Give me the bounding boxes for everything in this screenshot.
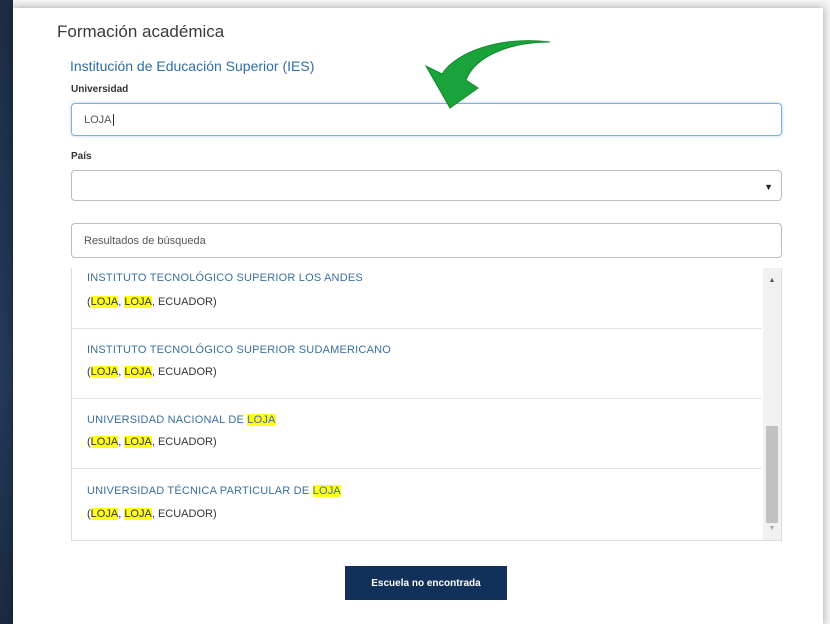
section-title: Formación académica [57,22,225,41]
search-results-title: Resultados de búsqueda [84,234,206,247]
results-list[interactable]: INSTITUTO TECNOLÓGICO SUPERIOR LOS ANDES… [71,268,782,541]
scrollbar-thumb[interactable] [766,426,778,523]
result-name: UNIVERSIDAD TÉCNICA PARTICULAR DE LOJA [87,485,341,497]
result-name: INSTITUTO TECNOLÓGICO SUPERIOR LOS ANDES [87,272,363,284]
result-location: (LOJA, LOJA, ECUADOR) [87,366,217,378]
result-name: UNIVERSIDAD NACIONAL DE LOJA [87,414,276,426]
university-label: Universidad [71,84,129,95]
result-location: (LOJA, LOJA, ECUADOR) [87,508,217,520]
result-item[interactable]: INSTITUTO TECNOLÓGICO SUPERIOR SUDAMERIC… [72,328,762,399]
result-item[interactable]: INSTITUTO TECNOLÓGICO SUPERIOR LOS ANDES… [72,268,762,329]
university-input-value: LOJA [84,113,112,126]
country-label: País [71,151,92,162]
result-item[interactable]: UNIVERSIDAD TÉCNICA PARTICULAR DE LOJA (… [72,468,762,538]
country-select[interactable]: ▼ [71,170,782,201]
green-curved-arrow-icon [424,40,551,109]
result-location: (LOJA, LOJA, ECUADOR) [87,436,217,448]
results-scrollbar[interactable]: ▲ ▼ [763,268,781,540]
background-strip [0,0,13,624]
result-item[interactable]: UNIVERSIDAD NACIONAL DE LOJA (LOJA, LOJA… [72,398,762,469]
subsection-title: Institución de Educación Superior (IES) [70,58,315,74]
scroll-up-arrow-icon[interactable]: ▲ [763,274,781,288]
text-caret [112,113,114,126]
search-results-header: Resultados de búsqueda [71,223,782,258]
result-location: (LOJA, LOJA, ECUADOR) [87,296,217,308]
school-not-found-button[interactable]: Escuela no encontrada [345,566,507,600]
triangle-down-icon: ▼ [764,182,773,192]
result-name: INSTITUTO TECNOLÓGICO SUPERIOR SUDAMERIC… [87,344,392,356]
scroll-down-arrow-icon[interactable]: ▼ [763,522,781,536]
